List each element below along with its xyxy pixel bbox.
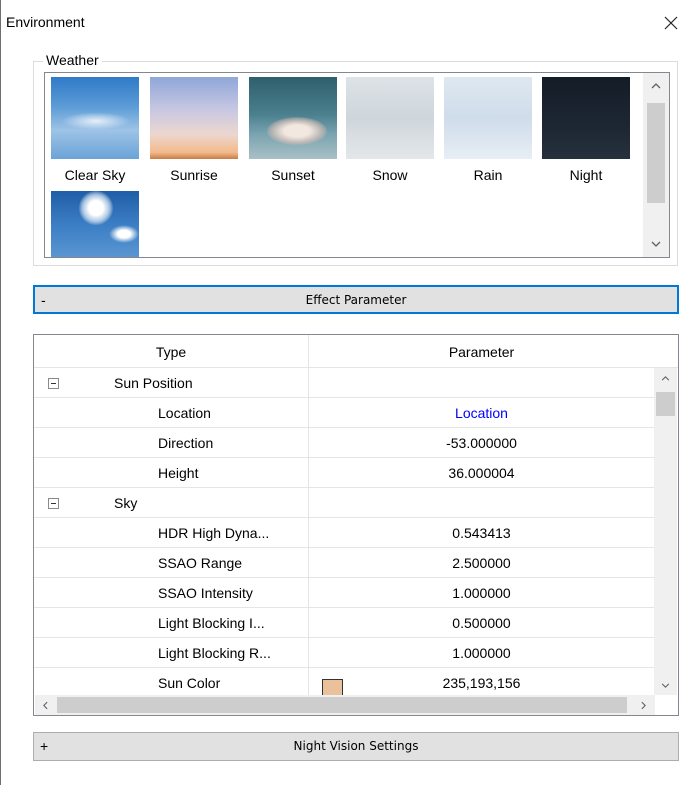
property-name: Direction [158, 435, 214, 451]
grid-row[interactable]: SSAO Intensity 1.000000 [34, 578, 654, 608]
sunny-image [51, 191, 139, 257]
sunrise-image [150, 77, 238, 159]
grid-row[interactable]: Light Blocking I... 0.500000 [34, 608, 654, 638]
scroll-down-button[interactable] [654, 675, 677, 695]
window-title: Environment [6, 14, 85, 30]
section-caption: Night Vision Settings [293, 739, 419, 753]
weather-preset-sunny[interactable] [51, 191, 139, 257]
property-name: SSAO Range [158, 555, 243, 571]
preset-label: Snow [372, 167, 408, 183]
close-button[interactable] [660, 10, 682, 36]
property-name: SSAO Intensity [158, 585, 253, 601]
property-name: Light Blocking R... [158, 645, 271, 661]
rain-image [444, 77, 532, 159]
location-link[interactable]: Location [309, 405, 654, 421]
property-name: HDR High Dyna... [158, 525, 270, 541]
grid-category-row[interactable]: Sky [34, 488, 654, 518]
chevron-up-icon [661, 375, 670, 381]
preset-label: Night [569, 167, 603, 183]
column-header-type[interactable]: Type [34, 335, 308, 368]
column-header-parameter[interactable]: Parameter [309, 335, 654, 368]
weather-vertical-scrollbar[interactable] [643, 73, 669, 257]
clear-sky-image [51, 77, 139, 159]
snow-image [346, 77, 434, 159]
weather-preset-night[interactable]: Night [542, 77, 630, 183]
grid-category-row[interactable]: Sun Position [34, 368, 654, 398]
scroll-down-button[interactable] [643, 231, 669, 257]
grid-row[interactable]: Sun Color 235,193,156 [34, 668, 654, 698]
weather-preset-sunset[interactable]: Sunset [249, 77, 337, 183]
scroll-thumb[interactable] [656, 392, 675, 416]
cell-separator [308, 368, 309, 398]
property-value[interactable]: 1.000000 [309, 645, 654, 661]
property-name: Light Blocking I... [158, 615, 265, 631]
grid-horizontal-scrollbar[interactable] [35, 695, 655, 715]
effect-property-grid: Type Parameter Sun Position Location Loc… [33, 334, 679, 716]
property-value[interactable]: 0.543413 [309, 525, 654, 541]
property-value[interactable]: 2.500000 [309, 555, 654, 571]
grid-header: Type Parameter [34, 335, 678, 368]
section-caption: Effect Parameter [305, 293, 407, 307]
weather-preset-sunrise[interactable]: Sunrise [150, 77, 238, 183]
night-vision-section-button[interactable]: + Night Vision Settings [33, 732, 679, 761]
chevron-up-icon [651, 83, 661, 89]
cell-separator [308, 488, 309, 518]
grid-row[interactable]: Location Location [34, 398, 654, 428]
weather-group-label: Weather [43, 52, 102, 68]
scroll-thumb[interactable] [57, 697, 627, 713]
weather-preset-snow[interactable]: Snow [346, 77, 434, 183]
property-value[interactable]: 235,193,156 [309, 675, 654, 691]
preset-label: Rain [473, 167, 503, 183]
chevron-right-icon [640, 701, 646, 709]
grid-row[interactable]: Light Blocking R... 1.000000 [34, 638, 654, 668]
property-value[interactable]: 36.000004 [309, 465, 654, 481]
grid-row[interactable]: Direction -53.000000 [34, 428, 654, 458]
window-border [0, 0, 1, 785]
property-value[interactable]: 0.500000 [309, 615, 654, 631]
scroll-up-button[interactable] [654, 368, 677, 388]
preset-label: Clear Sky [64, 167, 126, 183]
property-name: Location [158, 405, 211, 421]
category-name: Sky [114, 495, 138, 511]
close-icon [664, 16, 678, 30]
grid-row[interactable]: HDR High Dyna... 0.543413 [34, 518, 654, 548]
weather-preset-list: Clear Sky Sunrise Sunset Snow Rain Night [44, 72, 670, 258]
chevron-down-icon [661, 682, 670, 688]
effect-parameter-section-button[interactable]: - Effect Parameter [33, 285, 679, 314]
collapse-toggle-icon[interactable] [48, 498, 59, 509]
scroll-right-button[interactable] [633, 695, 653, 715]
sunset-image [249, 77, 337, 159]
night-image [542, 77, 630, 159]
chevron-down-icon [651, 241, 661, 247]
grid-row[interactable]: SSAO Range 2.500000 [34, 548, 654, 578]
category-name: Sun Position [114, 375, 193, 391]
preset-label: Sunrise [170, 167, 218, 183]
weather-preset-clear-sky[interactable]: Clear Sky [51, 77, 139, 183]
property-name: Sun Color [158, 675, 221, 691]
collapse-toggle-icon[interactable] [48, 378, 59, 389]
chevron-left-icon [42, 701, 48, 709]
grid-row[interactable]: Height 36.000004 [34, 458, 654, 488]
scroll-up-button[interactable] [643, 73, 669, 99]
property-value[interactable]: -53.000000 [309, 435, 654, 451]
weather-preset-rain[interactable]: Rain [444, 77, 532, 183]
property-name: Height [158, 465, 199, 481]
environment-window: Environment Weather Clear Sky Sunrise Su… [0, 0, 683, 785]
scroll-left-button[interactable] [35, 695, 55, 715]
preset-label: Sunset [271, 167, 315, 183]
grid-vertical-scrollbar[interactable] [654, 368, 677, 695]
scroll-thumb[interactable] [647, 103, 665, 203]
property-value[interactable]: 1.000000 [309, 585, 654, 601]
